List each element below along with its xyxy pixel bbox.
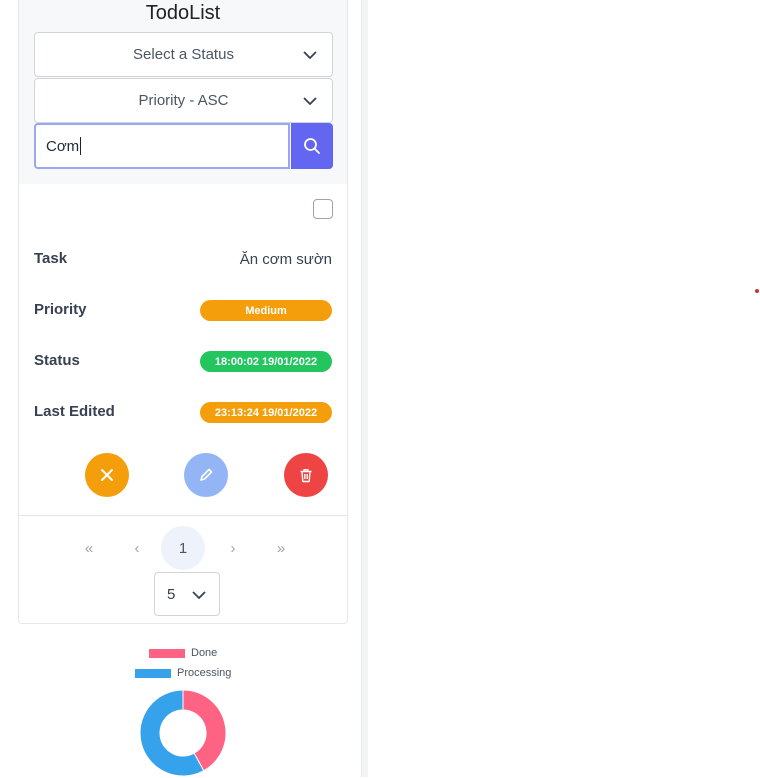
page-current-button[interactable]: 1 [161,526,205,570]
legend-swatch-processing [135,668,171,678]
red-dot [755,289,759,293]
search-icon [304,138,320,154]
page-last-button[interactable]: » [267,526,295,570]
todo-checkbox[interactable] [313,199,333,219]
search-input[interactable]: Cơm [34,123,290,169]
card-header: TodoList Select a Status Priority - ASC … [19,0,347,184]
page-first-button[interactable]: « [75,526,103,570]
page-prev-button[interactable]: ‹ [123,526,151,570]
status-select[interactable]: Select a Status [34,32,333,77]
status-select-value: Select a Status [133,46,234,63]
legend-label-done: Done [191,647,218,659]
search-input-value: Cơm [46,137,80,155]
sort-select-value: Priority - ASC [138,92,229,109]
page-size-select[interactable]: 5 [154,572,220,616]
chevron-down-icon [303,51,317,60]
cancel-button[interactable] [85,453,129,497]
sort-select[interactable]: Priority - ASC [34,78,333,123]
task-label: Task [34,250,68,267]
page-title: TodoList [145,2,221,24]
pagination-divider [19,515,347,516]
page-size-value: 5 [167,585,176,603]
trash-icon [300,468,312,482]
chevron-down-icon [192,591,206,600]
legend-label-processing: Processing [177,667,232,679]
priority-label: Priority [34,301,87,318]
edit-button[interactable] [184,453,228,497]
task-value: Ăn cơm sườn [239,251,332,268]
search-button[interactable] [291,123,333,169]
delete-button[interactable] [284,453,328,497]
todo-card: TodoList Select a Status Priority - ASC … [18,0,348,624]
panel-divider [362,0,368,777]
close-icon [101,469,113,481]
status-badge: 18:00:02 19/01/2022 [200,351,332,372]
legend-swatch-done [149,648,185,658]
text-caret [80,137,82,155]
last-edited-badge: 23:13:24 19/01/2022 [200,402,332,423]
app-column: TodoList Select a Status Priority - ASC … [0,0,362,777]
legend-item-done[interactable]: Done [149,647,217,659]
status-label: Status [34,352,80,369]
status-donut-chart [139,689,227,777]
last-edited-label: Last Edited [34,403,115,420]
legend-item-processing[interactable]: Processing [135,667,231,679]
pencil-icon [200,468,213,481]
chevron-down-icon [303,97,317,106]
page-next-button[interactable]: › [219,526,247,570]
priority-badge: Medium [200,300,332,321]
